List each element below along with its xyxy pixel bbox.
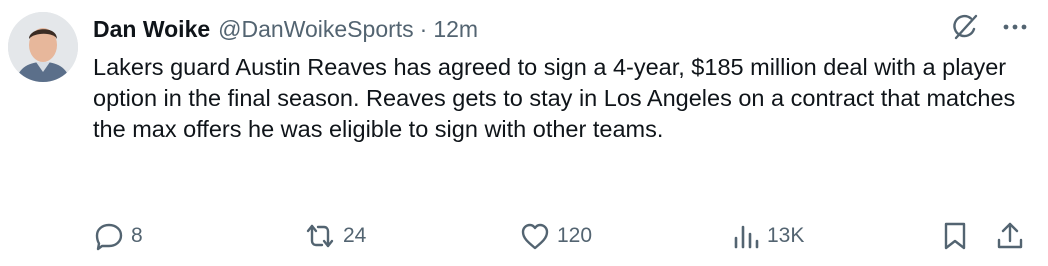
repost-button[interactable]: 24 <box>303 216 366 256</box>
more-icon[interactable] <box>1002 14 1028 40</box>
reply-count: 8 <box>131 224 143 247</box>
repost-count: 24 <box>343 224 367 247</box>
author-handle[interactable]: @DanWoikeSports <box>218 16 414 43</box>
separator-dot: · <box>419 15 428 42</box>
repost-icon <box>306 224 334 248</box>
reply-icon <box>95 223 123 251</box>
timestamp[interactable]: 12m <box>433 16 478 43</box>
like-count: 120 <box>557 224 593 247</box>
share-button[interactable] <box>995 216 1025 256</box>
views-count: 13K <box>767 224 805 247</box>
tweet-header: Dan Woike @DanWoikeSports · 12m <box>93 14 478 44</box>
action-bar: 8 24 120 13K <box>93 216 1028 256</box>
grok-icon[interactable] <box>950 12 980 42</box>
tweet: Dan Woike @DanWoikeSports · 12m Lakers g… <box>0 0 1048 266</box>
bookmark-icon <box>944 222 966 250</box>
views-button[interactable]: 13K <box>731 216 804 256</box>
reply-button[interactable]: 8 <box>93 216 143 256</box>
share-icon <box>997 222 1023 249</box>
like-icon <box>521 223 549 250</box>
tweet-text: Lakers guard Austin Reaves has agreed to… <box>93 54 1016 142</box>
bookmark-button[interactable] <box>941 216 969 256</box>
views-icon <box>734 225 759 249</box>
author-name[interactable]: Dan Woike <box>93 16 210 43</box>
like-button[interactable]: 120 <box>519 216 592 256</box>
top-icons <box>950 12 1028 42</box>
avatar[interactable] <box>8 12 78 82</box>
